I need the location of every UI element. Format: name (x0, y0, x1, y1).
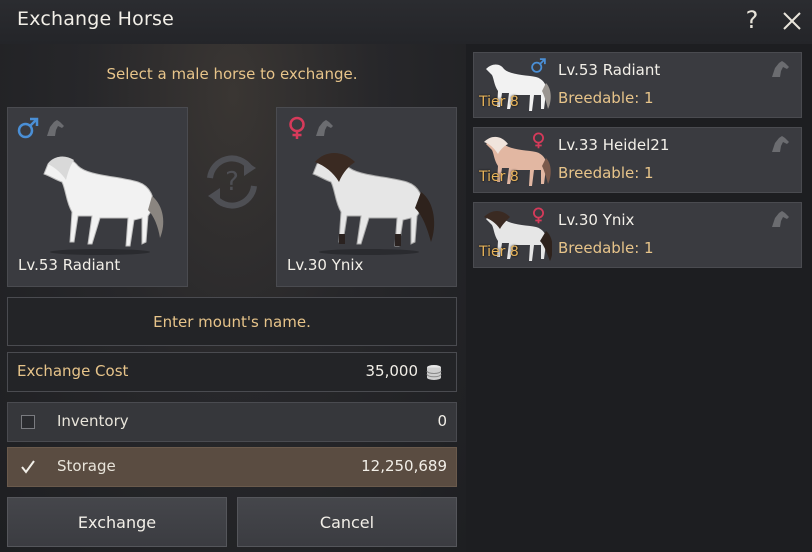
exchange-cost-row: Exchange Cost 35,000 (7, 352, 457, 392)
inventory-label: Inventory (57, 412, 129, 430)
male-symbol-icon (17, 117, 39, 139)
close-icon[interactable] (779, 8, 805, 34)
horse-tier: Tier 8 (479, 244, 519, 260)
male-horse-slot[interactable]: Lv.53 Radiant (7, 107, 188, 287)
male-symbol-icon (531, 58, 546, 73)
white-horse-image (43, 156, 164, 255)
horse-list-item[interactable]: Tier 8 Lv.30 Ynix Breedable: 1 (473, 202, 802, 268)
storage-value: 12,250,689 (361, 457, 447, 475)
horse-tier: Tier 8 (479, 94, 519, 110)
svg-text:?: ? (225, 167, 239, 197)
inventory-checkbox[interactable] (21, 415, 35, 429)
female-symbol-icon (533, 207, 544, 224)
horse-list-item[interactable]: Tier 8 Lv.53 Radiant Breedable: 1 (473, 52, 802, 118)
horse-head-icon (316, 120, 333, 136)
horse-breedable: Breedable: 1 (558, 89, 654, 107)
help-button[interactable]: ? (740, 6, 764, 36)
horse-head-icon (47, 120, 64, 136)
exchange-cost-label: Exchange Cost (17, 362, 129, 380)
cancel-button[interactable]: Cancel (237, 497, 457, 547)
right-panel-background (466, 44, 812, 552)
horse-head-icon (772, 61, 789, 77)
exchange-button[interactable]: Exchange (7, 497, 227, 547)
exchange-horse-window: Exchange Horse ? Select a male horse to … (0, 0, 812, 552)
instruction-text: Select a male horse to exchange. (106, 65, 358, 83)
mount-name-input[interactable]: Enter mount's name. (7, 297, 457, 346)
horse-name: Lv.53 Radiant (558, 61, 661, 79)
horse-name: Lv.30 Ynix (558, 211, 635, 229)
horse-name: Lv.33 Heidel21 (558, 136, 670, 154)
male-horse-name: Lv.53 Radiant (18, 256, 121, 274)
question-swap-icon: ? (207, 155, 257, 209)
storage-checkbox-checked[interactable] (21, 460, 35, 474)
horse-head-icon (772, 136, 789, 152)
storage-row[interactable]: Storage 12,250,689 (7, 447, 457, 487)
female-symbol-icon (533, 132, 544, 149)
female-horse-name: Lv.30 Ynix (287, 256, 364, 274)
horse-head-icon (772, 211, 789, 227)
exchange-cost-value: 35,000 (365, 362, 419, 380)
horse-breedable: Breedable: 1 (558, 164, 654, 182)
inventory-row[interactable]: Inventory 0 (7, 402, 457, 442)
horse-list-item[interactable]: Tier 8 Lv.33 Heidel21 Breedable: 1 (473, 127, 802, 193)
title-bar: Exchange Horse ? (0, 0, 812, 44)
window-title: Exchange Horse (17, 8, 174, 30)
silver-coin-icon (426, 365, 442, 380)
female-symbol-icon (289, 116, 305, 139)
horse-tier: Tier 8 (479, 169, 519, 185)
storage-label: Storage (57, 457, 116, 475)
inventory-value: 0 (437, 412, 447, 430)
female-horse-slot[interactable]: Lv.30 Ynix (276, 107, 457, 287)
white-horse-dark-mane-image (312, 153, 435, 255)
horse-breedable: Breedable: 1 (558, 239, 654, 257)
